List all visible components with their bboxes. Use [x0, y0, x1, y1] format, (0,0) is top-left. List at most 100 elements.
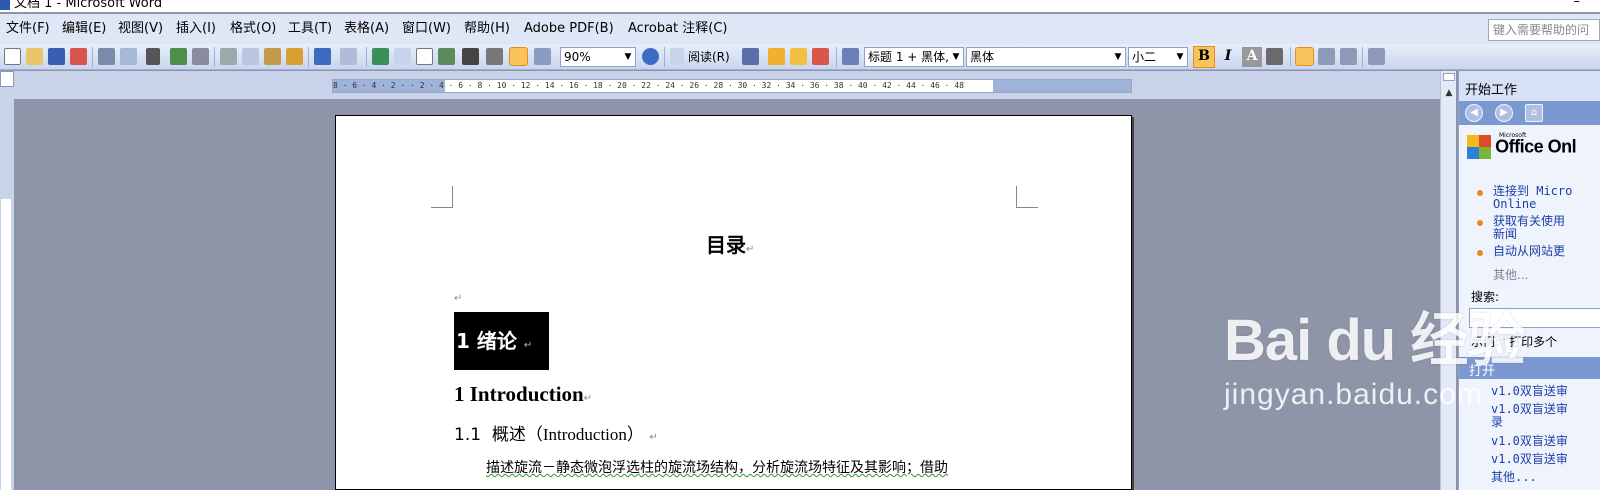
office-assistant-icon[interactable]: [812, 48, 829, 65]
crop-mark-top-left: [431, 186, 453, 208]
back-icon[interactable]: ◀: [1465, 104, 1483, 122]
open-folder-icon[interactable]: [26, 48, 43, 65]
insert-excel-icon[interactable]: [438, 48, 455, 65]
link-auto-update[interactable]: 自动从网站更: [1493, 245, 1565, 258]
minimize-button[interactable]: –: [1574, 0, 1581, 9]
tables-borders-icon[interactable]: [394, 48, 411, 65]
selected-heading-1[interactable]: 1 绪论 ↵: [454, 312, 549, 370]
cut-icon[interactable]: [220, 48, 237, 65]
numbering-icon[interactable]: [1368, 48, 1385, 65]
chevron-down-icon[interactable]: ▼: [949, 48, 963, 66]
empty-paragraph[interactable]: ↵: [454, 293, 462, 304]
help-icon[interactable]: [642, 48, 659, 65]
font-value: 黑体: [970, 50, 995, 64]
style-combo[interactable]: 标题 1 + 黑体, ▼: [864, 47, 964, 67]
macro-icon[interactable]: [768, 48, 785, 65]
bold-button[interactable]: B: [1193, 46, 1215, 68]
font-size-combo[interactable]: 小二 ▼: [1128, 47, 1188, 67]
toc-title[interactable]: 目录↵: [706, 229, 754, 258]
print-icon[interactable]: [98, 48, 115, 65]
task-pane-search-input[interactable]: [1469, 308, 1600, 328]
zoom-combo[interactable]: 90% ▼: [560, 47, 636, 67]
body-text: 描述旋流－静态微泡浮选柱的旋流场结构，分析旋流场特征及其影响；借助: [486, 460, 948, 476]
paragraph-mark: ↵: [583, 393, 593, 404]
heading-1-english[interactable]: 1 Introduction↵: [454, 381, 592, 412]
read-mode-icon[interactable]: [670, 48, 684, 65]
menu-tools[interactable]: 工具(T): [288, 21, 332, 37]
style-value: 标题 1 + 黑体,: [868, 50, 949, 64]
vertical-ruler-text-area: [1, 199, 11, 490]
menu-window[interactable]: 窗口(W): [402, 21, 451, 37]
toolbar-separator: [214, 47, 215, 67]
simplified-chinese-icon[interactable]: [146, 48, 160, 65]
undo-icon[interactable]: [314, 48, 331, 65]
link-connect-online[interactable]: 连接到 Micro Online: [1493, 185, 1572, 211]
font-combo[interactable]: 黑体 ▼: [966, 47, 1126, 67]
body-paragraph[interactable]: 描述旋流－静态微泡浮选柱的旋流场结构，分析旋流场特征及其影响；借助: [486, 458, 948, 478]
menu-help[interactable]: 帮助(H): [464, 21, 510, 37]
scroll-up-icon[interactable]: ▲: [1441, 85, 1457, 101]
research-icon[interactable]: [192, 48, 209, 65]
right-align-icon[interactable]: [1340, 48, 1357, 65]
spelling-icon[interactable]: [170, 48, 187, 65]
link-usage-news[interactable]: 获取有关使用 新闻: [1493, 215, 1565, 241]
document-map-icon[interactable]: [509, 47, 528, 66]
redo-icon[interactable]: [340, 48, 357, 65]
show-formatting-icon[interactable]: [534, 48, 551, 65]
vertical-ruler[interactable]: [0, 99, 14, 490]
recent-file-4[interactable]: v1.0双盲送审: [1491, 453, 1568, 466]
paste-icon[interactable]: [264, 48, 281, 65]
horizontal-ruler[interactable]: 8 · 6 · 4 · 2 · · 2 · 4 · 6 · 8 · 10 · 1…: [332, 79, 1132, 93]
hyperlink-icon[interactable]: [372, 48, 389, 65]
justify-align-icon[interactable]: [1295, 47, 1314, 66]
heading-2[interactable]: 1.1 概述（Introduction） ↵: [454, 423, 658, 450]
recent-file-2[interactable]: v1.0双盲送审 录: [1491, 403, 1568, 429]
character-scaling-icon[interactable]: [1266, 48, 1283, 65]
home-icon[interactable]: ⌂: [1525, 104, 1543, 122]
save-icon[interactable]: [48, 48, 65, 65]
new-document-icon[interactable]: [4, 48, 21, 65]
menu-insert[interactable]: 插入(I): [176, 21, 216, 37]
chevron-down-icon[interactable]: ▼: [621, 48, 635, 66]
character-shading-button[interactable]: A: [1242, 47, 1262, 67]
menu-file[interactable]: 文件(F): [6, 21, 50, 37]
tab-selector[interactable]: [0, 71, 14, 87]
task-pane: 开始工作 ◀ ▶ ⌂ Microsoft Office Onl 连接到 Micr…: [1458, 71, 1600, 490]
copy-icon[interactable]: [242, 48, 259, 65]
columns-icon[interactable]: [462, 48, 479, 65]
window-title: 文档 1 - Microsoft Word: [14, 0, 163, 11]
search-example: 示例: “打印多个: [1471, 335, 1558, 349]
permission-icon[interactable]: [70, 48, 87, 65]
center-align-icon[interactable]: [1318, 48, 1335, 65]
menu-adobe-pdf[interactable]: Adobe PDF(B): [524, 21, 614, 37]
recent-file-3[interactable]: v1.0双盲送审: [1491, 435, 1568, 448]
more-link[interactable]: 其他...: [1493, 266, 1528, 283]
task-pane-body: Microsoft Office Onl 连接到 Micro Online 获取…: [1459, 125, 1600, 490]
vertical-scrollbar[interactable]: ▲: [1440, 71, 1456, 490]
assistant-icon[interactable]: [790, 48, 807, 65]
italic-button[interactable]: I: [1218, 47, 1238, 67]
document-page[interactable]: 目录↵ ↵ 1 绪论 ↵ 1 Introduction↵ 1.1 概述（Intr…: [335, 115, 1132, 490]
help-search-input[interactable]: 键入需要帮助的问: [1488, 19, 1600, 41]
menu-table[interactable]: 表格(A): [344, 21, 389, 37]
print-preview-icon[interactable]: [120, 48, 137, 65]
forward-icon[interactable]: ▶: [1495, 104, 1513, 122]
toolbar: 90% ▼ 阅读(R) 标题 1 + 黑体, ▼ 黑体 ▼ 小二 ▼ B I A: [0, 44, 1600, 70]
recent-file-1[interactable]: v1.0双盲送审: [1491, 385, 1568, 398]
format-painter-icon[interactable]: [286, 48, 303, 65]
drawing-icon[interactable]: [486, 48, 503, 65]
styles-formatting-icon[interactable]: [842, 48, 859, 65]
font-size-value: 小二: [1132, 50, 1157, 64]
task-pane-nav: ◀ ▶ ⌂: [1459, 101, 1600, 125]
menu-view[interactable]: 视图(V): [118, 21, 163, 37]
read-mode-button[interactable]: 阅读(R): [688, 49, 730, 65]
menu-format[interactable]: 格式(O): [230, 21, 276, 37]
menu-acrobat-comment[interactable]: Acrobat 注释(C): [628, 21, 728, 37]
split-box[interactable]: [1443, 73, 1455, 81]
menu-edit[interactable]: 编辑(E): [62, 21, 106, 37]
insert-table-icon[interactable]: [416, 48, 433, 65]
chevron-down-icon[interactable]: ▼: [1173, 48, 1187, 66]
chevron-down-icon[interactable]: ▼: [1111, 48, 1125, 66]
equation-icon[interactable]: [742, 48, 759, 65]
recent-more-link[interactable]: 其他...: [1491, 471, 1537, 484]
